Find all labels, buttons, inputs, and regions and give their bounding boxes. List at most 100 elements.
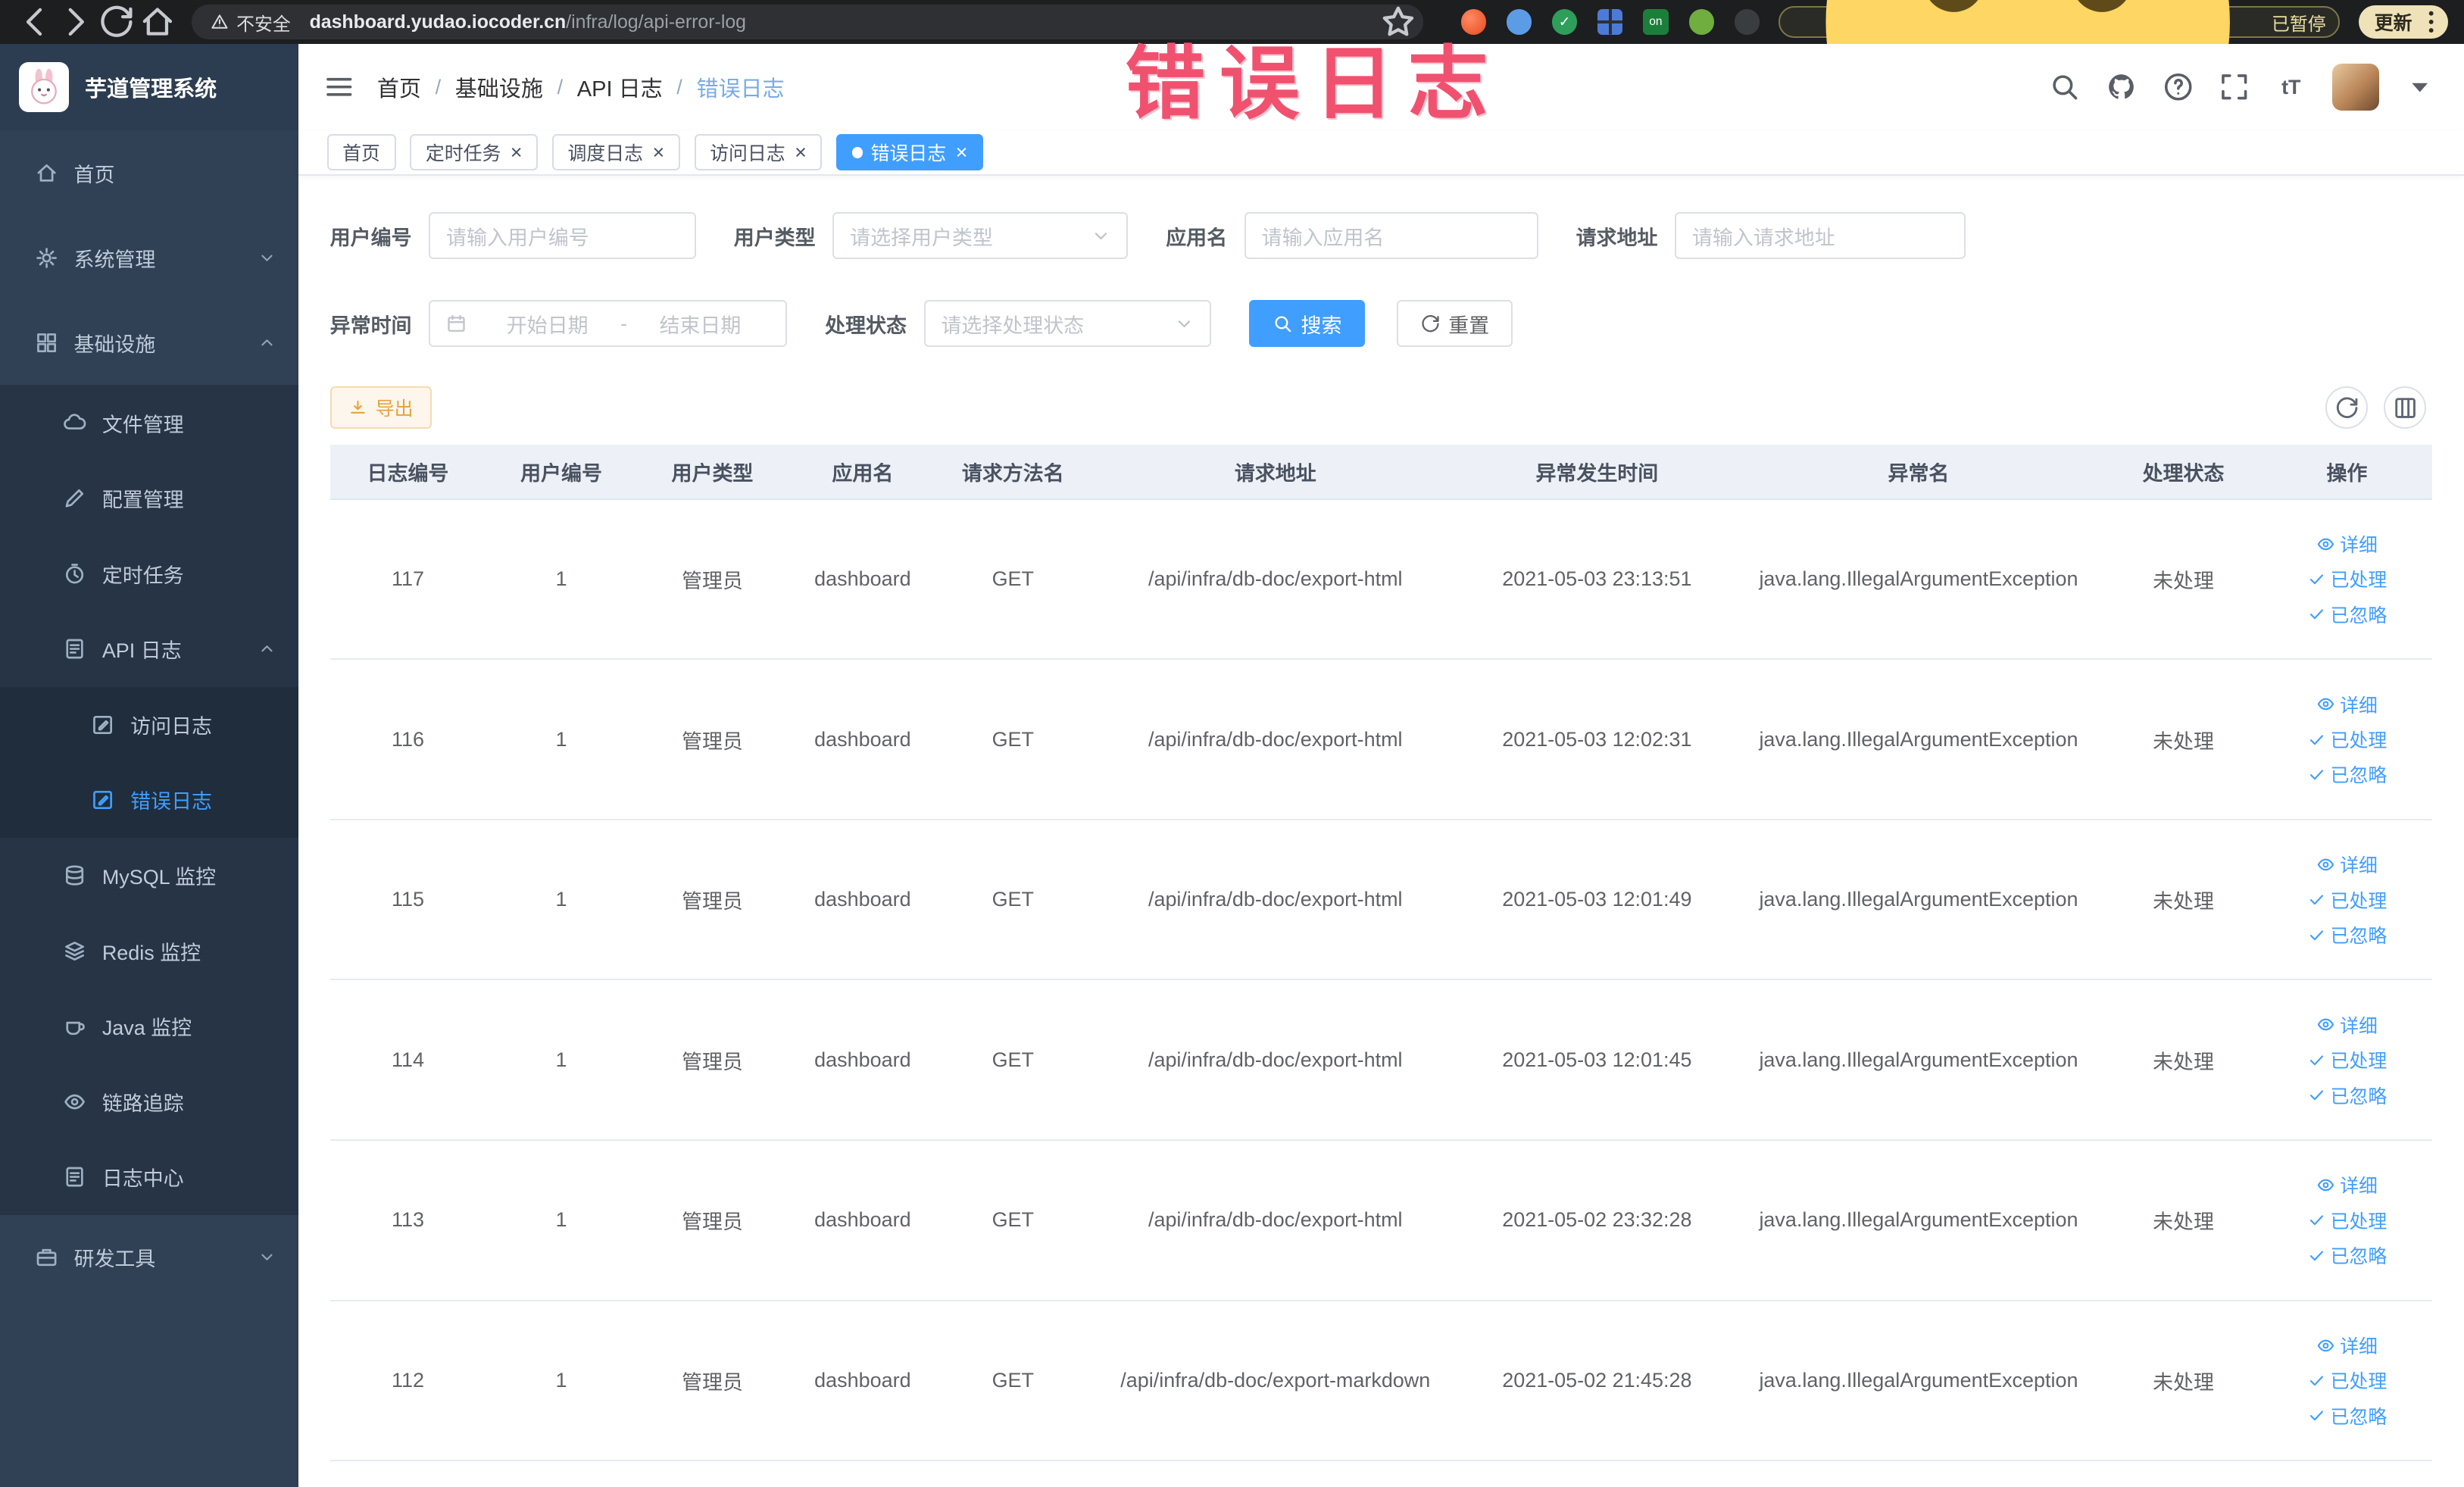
- tabs-bar: 首页 定时任务 × 调度日志 × 访问日志 × 错误日志 ×: [298, 130, 2464, 177]
- user-type-select[interactable]: 请选择用户类型: [832, 212, 1129, 260]
- column-settings-button[interactable]: [2384, 386, 2427, 430]
- process-status-select[interactable]: 请选择处理状态: [923, 300, 1212, 348]
- search-icon: [1273, 314, 1293, 334]
- detail-link[interactable]: 详细: [2316, 1171, 2378, 1198]
- detail-link[interactable]: 详细: [2316, 851, 2378, 878]
- mark-ignored-link[interactable]: 已忽略: [2307, 601, 2387, 628]
- table-row: 116 1 管理员 dashboard GET /api/infra/db-do…: [329, 660, 2433, 820]
- mark-processed-link[interactable]: 已处理: [2307, 565, 2387, 592]
- view-tab[interactable]: 调度日志 ×: [551, 134, 680, 171]
- sidebar-item-api-logs[interactable]: API 日志: [0, 611, 299, 687]
- avatar[interactable]: [2331, 64, 2379, 111]
- sidebar-item-scheduled-tasks[interactable]: 定时任务: [0, 536, 299, 611]
- caret-down-icon[interactable]: [2404, 71, 2435, 102]
- sidebar-item-redis-monitor[interactable]: Redis 监控: [0, 913, 299, 989]
- view-tab[interactable]: 定时任务 ×: [410, 134, 539, 171]
- chevron-down-icon: [258, 248, 276, 267]
- cell-actions: 详细 已处理 已忽略: [2261, 1171, 2432, 1269]
- security-chip[interactable]: 不安全: [211, 9, 291, 36]
- mark-ignored-link[interactable]: 已忽略: [2307, 1082, 2387, 1109]
- extension-icon[interactable]: [1506, 9, 1532, 35]
- sidebar-item-system-management[interactable]: 系统管理: [0, 215, 298, 300]
- detail-link[interactable]: 详细: [2316, 1011, 2378, 1039]
- update-button[interactable]: 更新: [2359, 3, 2449, 41]
- sidebar-item-mysql-monitor[interactable]: MySQL 监控: [0, 837, 299, 914]
- mark-ignored-link[interactable]: 已忽略: [2307, 921, 2387, 948]
- reset-button[interactable]: 重置: [1396, 300, 1513, 348]
- close-icon[interactable]: ×: [956, 142, 968, 163]
- help-icon[interactable]: [2163, 71, 2194, 102]
- sidebar-item-error-logs[interactable]: 错误日志: [0, 762, 299, 838]
- hamburger-icon[interactable]: [323, 71, 354, 102]
- sidebar-item-file-management[interactable]: 文件管理: [0, 385, 299, 461]
- mark-processed-link[interactable]: 已处理: [2307, 726, 2387, 753]
- cell-exception-name: java.lang.IllegalArgumentException: [1759, 1208, 2078, 1232]
- paused-badge[interactable]: 已暂停: [1778, 0, 2341, 224]
- mark-ignored-link[interactable]: 已忽略: [2307, 1402, 2387, 1429]
- mark-processed-link[interactable]: 已处理: [2307, 1367, 2387, 1394]
- fullscreen-icon[interactable]: [2219, 71, 2250, 102]
- reload-icon[interactable]: [98, 3, 136, 41]
- mark-processed-link[interactable]: 已处理: [2307, 1046, 2387, 1073]
- mark-ignored-link[interactable]: 已忽略: [2307, 1242, 2387, 1269]
- sidebar-item-tracing[interactable]: 链路追踪: [0, 1064, 299, 1139]
- extension-icon[interactable]: [1734, 9, 1760, 35]
- detail-link[interactable]: 详细: [2316, 1332, 2378, 1359]
- table-row: 114 1 管理员 dashboard GET /api/infra/db-do…: [329, 980, 2433, 1142]
- bookmark-star-icon[interactable]: [1379, 3, 1417, 41]
- view-tab[interactable]: 访问日志 ×: [694, 134, 823, 171]
- app-name-input[interactable]: 请输入应用名: [1244, 212, 1538, 260]
- detail-link[interactable]: 详细: [2316, 530, 2378, 558]
- sidebar-item-dev-tools[interactable]: 研发工具: [0, 1215, 298, 1300]
- extension-icon[interactable]: [1460, 9, 1486, 35]
- view-tab[interactable]: 首页: [326, 134, 396, 171]
- chevron-up-icon: [258, 333, 276, 352]
- detail-link[interactable]: 详细: [2316, 691, 2378, 718]
- view-tab[interactable]: 错误日志 ×: [836, 134, 983, 171]
- breadcrumb-item[interactable]: 基础设施: [455, 71, 543, 103]
- mark-ignored-link[interactable]: 已忽略: [2307, 761, 2387, 788]
- cloud-icon: [63, 411, 86, 434]
- mark-processed-link[interactable]: 已处理: [2307, 886, 2387, 914]
- menu-dots-icon[interactable]: [2417, 3, 2445, 41]
- mark-processed-link[interactable]: 已处理: [2307, 1207, 2387, 1234]
- refresh-button[interactable]: [2325, 386, 2369, 430]
- doc-icon: [63, 637, 86, 661]
- github-icon[interactable]: [2106, 71, 2137, 102]
- request-url-input[interactable]: 请输入请求地址: [1675, 212, 1966, 260]
- cell-exception-name: java.lang.IllegalArgumentException: [1759, 1048, 2078, 1071]
- extension-icon[interactable]: [1552, 9, 1578, 35]
- close-icon[interactable]: ×: [511, 142, 523, 163]
- export-button[interactable]: 导出: [329, 386, 433, 430]
- user-id-input[interactable]: 请输入用户编号: [429, 212, 696, 260]
- font-size-icon[interactable]: tT: [2275, 71, 2306, 102]
- sidebar-item-home[interactable]: 首页: [0, 130, 298, 215]
- check-icon: [2307, 570, 2326, 589]
- forward-icon[interactable]: [57, 3, 95, 41]
- sidebar-item-infrastructure[interactable]: 基础设施: [0, 300, 298, 385]
- breadcrumb-item[interactable]: 首页: [377, 71, 421, 103]
- sidebar-item-log-center[interactable]: 日志中心: [0, 1139, 299, 1215]
- process-status-placeholder: 请选择处理状态: [941, 314, 1085, 337]
- exception-time-range[interactable]: 开始日期 - 结束日期: [429, 300, 788, 348]
- breadcrumb-item[interactable]: API 日志: [577, 71, 663, 103]
- extension-icon[interactable]: [1597, 9, 1623, 35]
- browser-home-icon[interactable]: [139, 3, 176, 41]
- eye-icon: [2316, 1336, 2335, 1355]
- search-icon[interactable]: [2049, 71, 2080, 102]
- sidebar-item-config-management[interactable]: 配置管理: [0, 460, 299, 536]
- back-icon[interactable]: [16, 3, 54, 41]
- extension-icon[interactable]: [1688, 9, 1714, 35]
- eye-icon: [63, 1090, 86, 1114]
- close-icon[interactable]: ×: [795, 142, 807, 163]
- page-content: 用户编号 请输入用户编号 用户类型 请选择用户类型 应用名 请输入应用名 请求地…: [298, 176, 2464, 1486]
- extension-icon[interactable]: [1643, 9, 1669, 35]
- sidebar-item-java-monitor[interactable]: Java 监控: [0, 988, 299, 1064]
- address-bar[interactable]: 不安全 dashboard.yudao.iocoder.cn/infra/log…: [192, 5, 1423, 39]
- close-icon[interactable]: ×: [652, 142, 664, 163]
- sidebar-item-access-logs[interactable]: 访问日志: [0, 686, 299, 763]
- search-button[interactable]: 搜索: [1249, 300, 1366, 348]
- start-date-placeholder: 开始日期: [506, 314, 589, 337]
- cell-user-id: 1: [555, 567, 567, 590]
- cell-app-name: dashboard: [814, 567, 911, 590]
